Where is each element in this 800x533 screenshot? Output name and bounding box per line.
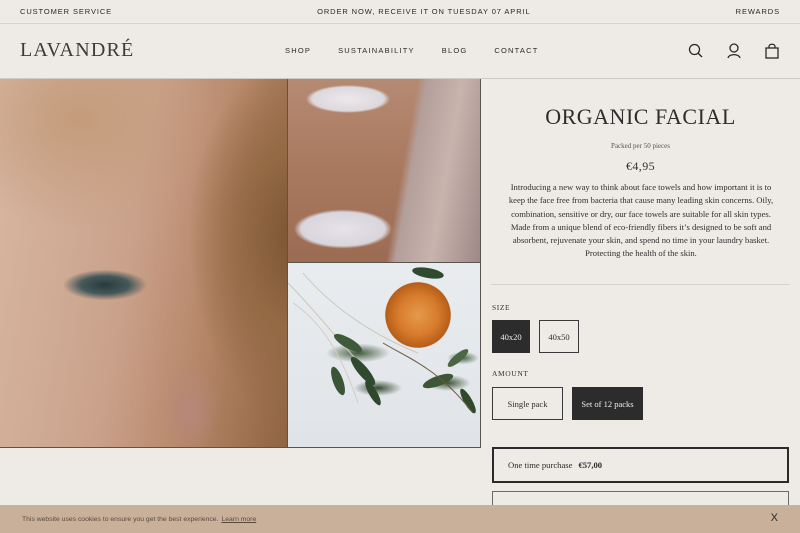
body-photo[interactable]	[288, 79, 480, 263]
header-icons	[666, 42, 780, 60]
logo[interactable]: LAVANDRÉ	[20, 39, 134, 62]
size-option-40x50[interactable]: 40x50	[539, 320, 579, 353]
orange-photo[interactable]	[288, 263, 480, 447]
customer-service-link[interactable]: CUSTOMER SERVICE	[20, 7, 112, 16]
amount-option-single-pack[interactable]: Single pack	[492, 387, 563, 420]
size-option-40x20[interactable]: 40x20	[492, 320, 530, 353]
face-photo[interactable]	[0, 79, 288, 447]
close-icon[interactable]: X	[771, 512, 778, 524]
delivery-promo: ORDER NOW, RECEIVE IT ON TUESDAY 07 APRI…	[317, 7, 531, 16]
product-description: Introducing a new way to think about fac…	[508, 182, 774, 259]
main-nav: SHOP SUSTAINABILITY BLOG CONTACT	[285, 46, 566, 55]
cookie-text: This website uses cookies to ensure you …	[22, 515, 219, 523]
product-gallery	[0, 79, 481, 448]
purchase-label: One time purchase	[508, 460, 573, 470]
product-panel: ORGANIC FACIAL Packed per 50 pieces €4,9…	[481, 79, 800, 533]
learn-more-link[interactable]: Learn more	[221, 516, 256, 523]
nav-contact[interactable]: CONTACT	[494, 46, 538, 55]
rewards-link[interactable]: REWARDS	[736, 7, 780, 16]
packing-info: Packed per 50 pieces	[611, 142, 670, 150]
top-bar: CUSTOMER SERVICE ORDER NOW, RECEIVE IT O…	[0, 0, 800, 24]
purchase-price: €57,00	[578, 460, 603, 470]
cookie-banner: This website uses cookies to ensure you …	[0, 505, 800, 533]
bag-icon[interactable]	[764, 42, 780, 60]
size-label: SIZE	[492, 303, 511, 312]
nav-sustainability[interactable]: SUSTAINABILITY	[338, 46, 415, 55]
nav-blog[interactable]: BLOG	[442, 46, 468, 55]
search-icon[interactable]	[688, 42, 704, 60]
site-header: LAVANDRÉ SHOP SUSTAINABILITY BLOG CONTAC…	[0, 24, 800, 79]
product-title: ORGANIC FACIAL	[545, 104, 736, 129]
one-time-purchase-option[interactable]: One time purchase €57,00	[492, 447, 789, 483]
nav-shop[interactable]: SHOP	[285, 46, 311, 55]
amount-option-set-of-12[interactable]: Set of 12 packs	[572, 387, 643, 420]
divider	[491, 284, 790, 285]
amount-label: AMOUNT	[492, 369, 529, 378]
product-price: €4,95	[626, 159, 655, 173]
account-icon[interactable]	[726, 42, 742, 60]
